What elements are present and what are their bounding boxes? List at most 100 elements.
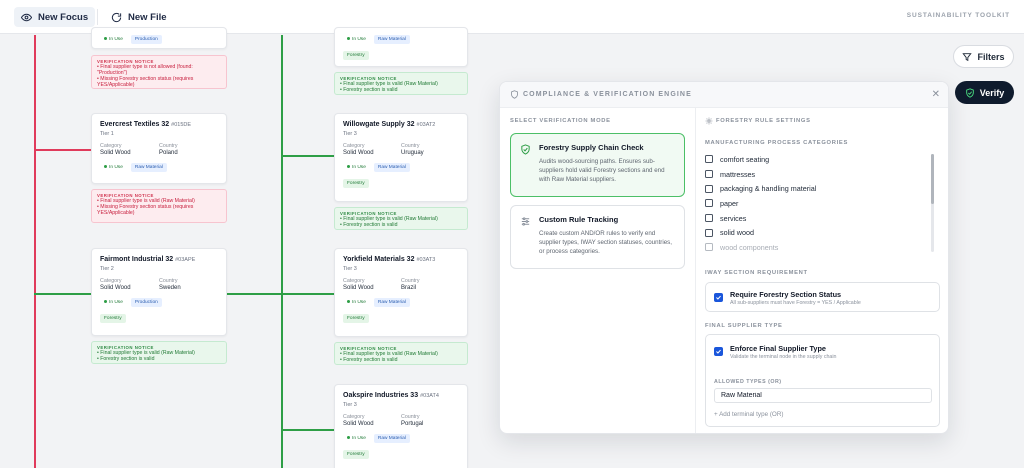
supplier-name: Evercrest Textiles 32 (100, 121, 170, 128)
verification-mode-column: SELECT VERIFICATION MODE Forestry Supply… (500, 108, 696, 433)
supplier-card[interactable]: Fairmont Industrial 32 #03APE Tier 2 Cate… (91, 248, 227, 336)
country-label: Country (401, 143, 420, 149)
status-badge: In Use (343, 434, 370, 443)
checkbox[interactable] (705, 155, 713, 164)
country-value: Sweden (159, 285, 181, 291)
supplier-card[interactable]: Yorkfield Materials 32 #03AT3 Tier 3 Cate… (334, 248, 468, 337)
category-scrollbar[interactable] (931, 154, 934, 252)
verify-button[interactable]: Verify (955, 81, 1014, 104)
category-label: Category (100, 278, 122, 284)
list-item[interactable]: solid wood (705, 225, 940, 240)
list-item[interactable]: mattresses (705, 167, 940, 182)
section-badge: Forestry (343, 179, 369, 188)
list-item[interactable]: services (705, 211, 940, 226)
eye-icon (21, 13, 32, 21)
checkbox[interactable] (705, 228, 713, 237)
final-type-setting[interactable]: Enforce Final Supplier Type Validate the… (705, 334, 940, 427)
supplier-card[interactable]: Willowgate Supply 32 #03AT2 Tier 3 Catego… (334, 113, 468, 202)
new-file-button[interactable]: New File (104, 7, 174, 27)
mode-title: Custom Rule Tracking (539, 215, 619, 224)
status-badge: In Use (343, 35, 370, 44)
allowed-type-input[interactable] (714, 388, 932, 403)
supplier-tier: Tier 3 (343, 266, 357, 272)
shield-check-icon (521, 144, 530, 155)
checkbox[interactable] (705, 199, 713, 208)
verification-notice: VERIFICATION NOTICE • Final supplier typ… (91, 189, 227, 223)
mode-description: Audits wood-sourcing paths. Ensures sub-… (539, 158, 665, 183)
category-value: Solid Wood (343, 150, 374, 156)
toolkit-title: SUSTAINABILITY TOOLKIT (906, 12, 1010, 19)
check-icon (716, 295, 721, 300)
category-list[interactable]: comfort seating mattresses packaging & h… (705, 152, 940, 252)
supplier-card[interactable]: In Use Production (91, 27, 227, 49)
verification-notice: VERIFICATION NOTICE • Final supplier typ… (91, 55, 227, 89)
checkbox[interactable] (705, 214, 713, 223)
mode-custom-rules[interactable]: Custom Rule Tracking Create custom AND/O… (510, 205, 685, 269)
new-focus-button[interactable]: New Focus (14, 7, 96, 27)
category-value: Solid Wood (100, 150, 131, 156)
final-type-description: Validate the terminal node in the supply… (730, 354, 837, 360)
country-label: Country (401, 414, 420, 420)
category-label: Category (343, 143, 365, 149)
country-value: Poland (159, 150, 178, 156)
connector-line (34, 149, 91, 151)
supplier-name: Fairmont Industrial 32 (100, 256, 174, 263)
iway-title: Require Forestry Section Status (730, 290, 842, 299)
supplier-tier: Tier 3 (343, 402, 357, 408)
list-item[interactable]: packaging & handling material (705, 181, 940, 196)
supplier-code: #03AT4 (420, 393, 439, 399)
iway-description: All sub-suppliers must have Forestry = Y… (730, 300, 861, 306)
compliance-panel: COMPLIANCE & VERIFICATION ENGINE ✕ SELEC… (499, 81, 949, 434)
country-value: Uruguay (401, 150, 424, 156)
supplier-card[interactable]: Oakspire Industries 33 #03AT4 Tier 3 Cate… (334, 384, 468, 468)
supplier-tier: Tier 1 (100, 131, 114, 137)
iway-requirement-setting[interactable]: Require Forestry Section Status All sub-… (705, 282, 940, 312)
panel-header: COMPLIANCE & VERIFICATION ENGINE ✕ (500, 82, 948, 108)
country-label: Country (401, 278, 420, 284)
supplier-card[interactable]: In Use Raw Material Forestry (334, 27, 468, 67)
final-type-label: FINAL SUPPLIER TYPE (705, 323, 783, 329)
supplier-code: #03AT3 (416, 257, 436, 263)
supplier-name: Yorkfield Materials 32 (343, 256, 415, 263)
toolbar-divider (97, 9, 98, 25)
type-badge: Production (130, 298, 162, 307)
category-value: Solid Wood (343, 421, 374, 427)
iway-checkbox[interactable] (714, 293, 723, 302)
filters-label: Filters (977, 51, 1005, 62)
category-label: Category (343, 278, 365, 284)
list-item[interactable]: comfort seating (705, 152, 940, 167)
supplier-code: #03APE (175, 257, 196, 263)
settings-title: FORESTRY RULE SETTINGS (716, 118, 811, 124)
final-type-checkbox[interactable] (714, 347, 723, 356)
close-icon[interactable]: ✕ (932, 89, 940, 100)
add-terminal-type-link[interactable]: + Add terminal type (OR) (714, 411, 783, 418)
country-label: Country (159, 143, 178, 149)
section-badge: Forestry (343, 314, 369, 323)
checkbox[interactable] (705, 243, 713, 252)
categories-label: MANUFACTURING PROCESS CATEGORIES (705, 140, 849, 146)
list-item[interactable]: wood components (705, 240, 940, 252)
supplier-code: #015DE (171, 122, 192, 128)
mode-forestry-check[interactable]: Forestry Supply Chain Check Audits wood-… (510, 133, 685, 197)
list-item[interactable]: paper (705, 196, 940, 211)
verification-notice: VERIFICATION NOTICE • Final supplier typ… (91, 341, 227, 364)
allowed-types-label: ALLOWED TYPES (OR) (714, 379, 782, 385)
country-value: Portugal (401, 421, 424, 427)
supplier-name: Oakspire Industries 33 (343, 392, 419, 399)
supplier-card[interactable]: Evercrest Textiles 32 #015DE Tier 1 Categ… (91, 113, 227, 184)
category-value: Solid Wood (100, 285, 131, 291)
gear-icon (705, 117, 713, 125)
type-badge: Raw Material (373, 434, 410, 443)
supplier-name: Willowgate Supply 32 (343, 121, 415, 128)
checkbox[interactable] (705, 170, 713, 179)
status-badge: In Use (343, 298, 370, 307)
type-badge: Raw Material (373, 163, 410, 172)
status-badge: In Use (343, 163, 370, 172)
verification-notice: VERIFICATION NOTICE • Final supplier typ… (334, 207, 468, 230)
new-focus-label: New Focus (38, 11, 89, 23)
section-badge: Forestry (100, 314, 126, 323)
checkbox[interactable] (705, 184, 713, 193)
connector-line (281, 429, 334, 431)
check-icon (716, 349, 721, 354)
filters-button[interactable]: Filters (953, 45, 1014, 68)
